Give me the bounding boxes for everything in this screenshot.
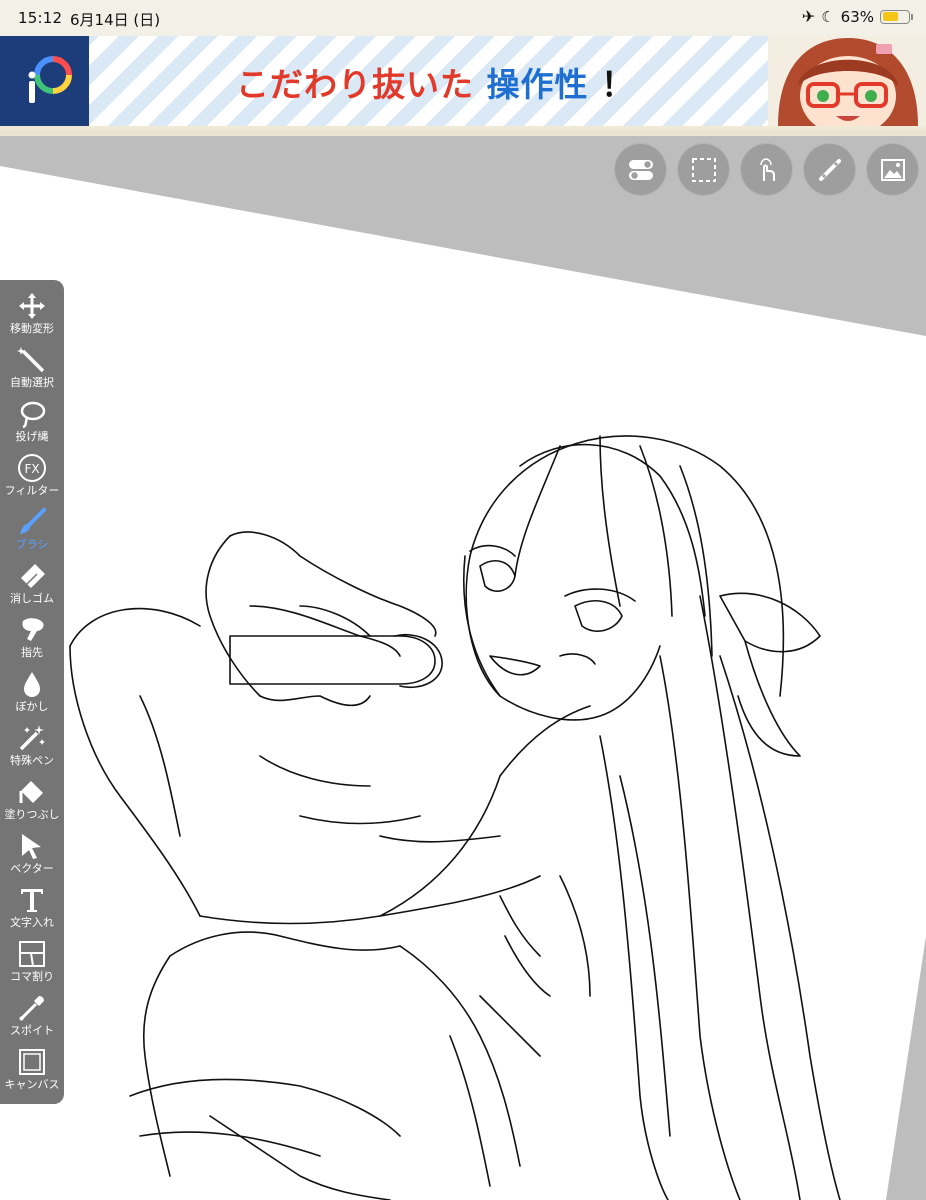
tool-eraser[interactable]: 消しゴム — [0, 558, 64, 612]
tool-palette: 移動変形 自動選択 投げ縄 FX フィルター ブラシ 消しゴム 指先 ぼかし 特… — [0, 280, 64, 1104]
ad-banner[interactable]: こだわり抜いた 操作性 ！ — [0, 36, 926, 130]
battery-percent: 63% — [840, 7, 874, 26]
tool-canvas-label: キャンバス — [4, 1078, 60, 1091]
tool-move[interactable]: 移動変形 — [0, 288, 64, 342]
tool-magic-wand[interactable]: 自動選択 — [0, 342, 64, 396]
moon-icon: ☾ — [821, 7, 835, 26]
tool-blur[interactable]: ぼかし — [0, 666, 64, 720]
status-time: 15:12 — [18, 9, 63, 27]
tool-text-label: 文字入れ — [10, 916, 54, 929]
tool-eyedropper-label: スポイト — [10, 1024, 54, 1037]
move-icon — [17, 290, 47, 322]
tool-filter-label: フィルター — [4, 484, 60, 497]
lasso-icon — [17, 398, 47, 430]
tool-fill-label: 塗りつぶし — [4, 808, 60, 821]
fill-icon — [17, 776, 47, 808]
tool-eyedropper[interactable]: スポイト — [0, 990, 64, 1044]
reference-image-button[interactable] — [867, 144, 918, 195]
ibis-logo-icon — [28, 56, 72, 103]
tool-special-pen-label: 特殊ペン — [10, 754, 54, 767]
status-right: ✈ ☾ 63% — [801, 7, 913, 26]
tool-brush-label: ブラシ — [15, 538, 49, 551]
image-icon — [880, 158, 905, 181]
tool-vector-label: ベクター — [10, 862, 54, 875]
frame-divider-icon — [17, 938, 47, 970]
tool-smudge[interactable]: 指先 — [0, 612, 64, 666]
selection-button[interactable] — [678, 144, 729, 195]
ruler-button[interactable] — [804, 144, 855, 195]
special-pen-icon — [17, 722, 47, 754]
drawing-canvas[interactable] — [0, 136, 926, 1200]
ibispaint-logo[interactable] — [0, 36, 89, 126]
tool-lasso-label: 投げ縄 — [15, 430, 49, 443]
selection-icon — [691, 157, 716, 182]
tool-frame-divider[interactable]: コマ割り — [0, 936, 64, 990]
blur-icon — [17, 668, 47, 700]
eraser-icon — [17, 560, 47, 592]
ruler-icon — [818, 158, 841, 181]
tool-lasso[interactable]: 投げ縄 — [0, 396, 64, 450]
tool-smudge-label: 指先 — [21, 646, 43, 659]
text-icon — [17, 884, 47, 916]
tool-frame-divider-label: コマ割り — [10, 970, 54, 983]
ad-headline-part1: こだわり抜いた — [236, 65, 474, 104]
toggle-button[interactable] — [615, 144, 666, 195]
magic-wand-icon — [17, 344, 47, 376]
tool-fill[interactable]: 塗りつぶし — [0, 774, 64, 828]
tool-eraser-label: 消しゴム — [10, 592, 54, 605]
tool-filter[interactable]: FX フィルター — [0, 450, 64, 504]
ad-mascot-image — [768, 36, 926, 126]
top-toolbar — [615, 144, 918, 195]
tool-text[interactable]: 文字入れ — [0, 882, 64, 936]
tool-move-label: 移動変形 — [10, 322, 54, 335]
fx-icon: FX — [17, 452, 47, 484]
brush-icon — [17, 506, 47, 538]
status-bar: 15:12 6月14日 (日) ✈ ☾ 63% — [0, 0, 926, 36]
tool-special-pen[interactable]: 特殊ペン — [0, 720, 64, 774]
status-date: 6月14日 (日) — [70, 11, 161, 29]
smudge-icon — [17, 614, 47, 646]
tool-vector[interactable]: ベクター — [0, 828, 64, 882]
touch-button[interactable] — [741, 144, 792, 195]
battery-level — [882, 12, 898, 21]
ad-headline[interactable]: こだわり抜いた 操作性 ！ — [236, 58, 635, 106]
battery-icon — [880, 9, 913, 24]
eyedropper-icon — [17, 992, 47, 1024]
tool-brush[interactable]: ブラシ — [0, 504, 64, 558]
canvas-paper[interactable] — [0, 136, 926, 1200]
svg-text:FX: FX — [24, 462, 39, 476]
airplane-icon: ✈ — [801, 7, 816, 26]
tool-magic-wand-label: 自動選択 — [10, 376, 54, 389]
toggle-icon — [628, 159, 653, 180]
tool-blur-label: ぼかし — [15, 700, 49, 713]
canvas-icon — [17, 1046, 47, 1078]
tool-canvas[interactable]: キャンバス — [0, 1044, 64, 1098]
touch-icon — [759, 157, 775, 181]
ad-headline-part3: ！ — [601, 65, 635, 104]
ad-headline-part2: 操作性 — [486, 65, 589, 104]
vector-icon — [17, 830, 47, 862]
